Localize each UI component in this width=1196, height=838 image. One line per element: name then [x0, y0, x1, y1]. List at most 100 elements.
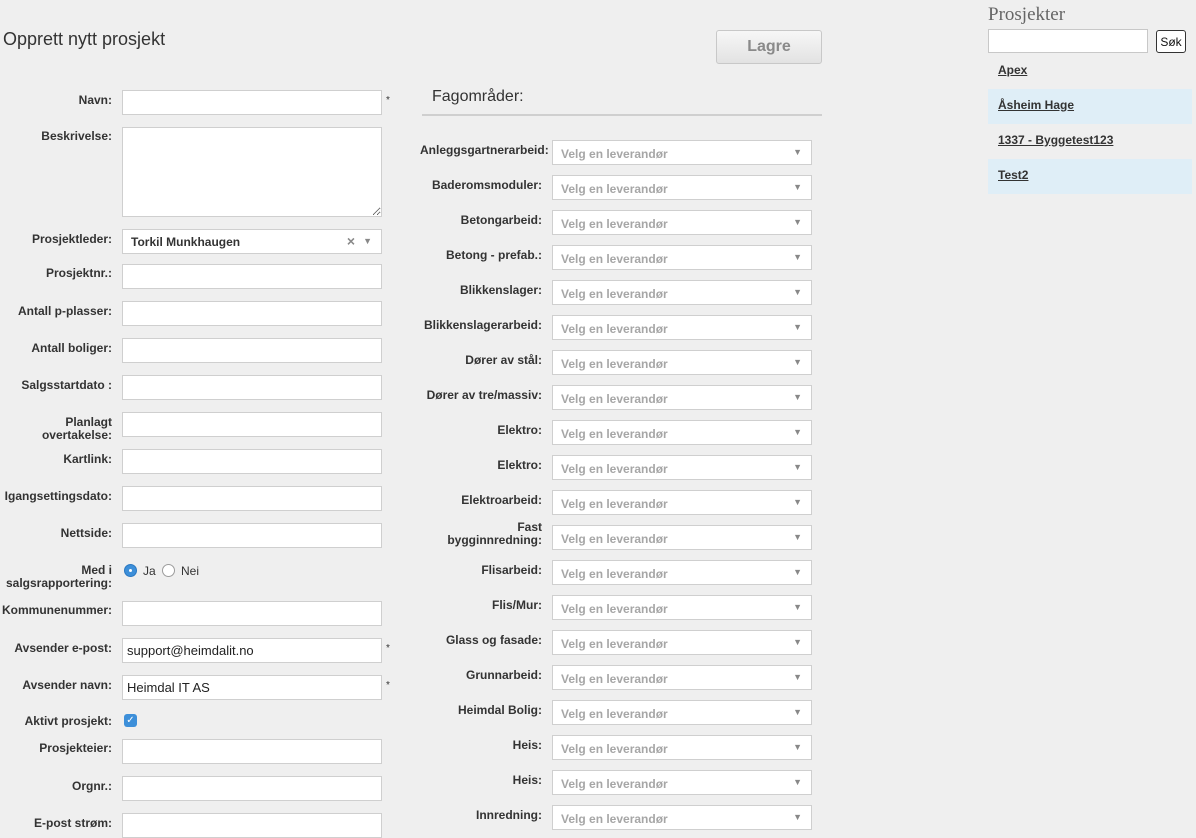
fagomrade-supplier-select[interactable]: Velg en leverandør ▼ — [552, 140, 812, 165]
kartlink-label: Kartlink: — [63, 452, 112, 466]
navn-input[interactable] — [122, 90, 382, 115]
fagomrade-label: Glass og fasade: — [445, 633, 542, 647]
chevron-down-icon: ▼ — [793, 497, 802, 507]
fagomrade-supplier-select[interactable]: Velg en leverandør ▼ — [552, 350, 812, 375]
antall-boliger-input[interactable] — [122, 338, 382, 363]
fagomrade-supplier-select[interactable]: Velg en leverandør ▼ — [552, 315, 812, 340]
fagomrade-supplier-placeholder: Velg en leverandør — [561, 287, 668, 301]
fagomrade-supplier-select[interactable]: Velg en leverandør ▼ — [552, 560, 812, 585]
nettside-input[interactable] — [122, 523, 382, 548]
planlagt-overtakelse-input[interactable] — [122, 412, 382, 437]
fagomrade-label: Blikkenslager: — [459, 283, 542, 297]
fagomrade-supplier-select[interactable]: Velg en leverandør ▼ — [552, 735, 812, 760]
fagomrade-label: Fast bygginnredning: — [420, 521, 542, 547]
avsender-epost-input[interactable] — [122, 638, 382, 663]
fagomrade-supplier-placeholder: Velg en leverandør — [561, 602, 668, 616]
prosjektleder-select[interactable]: Torkil Munkhaugen × ▼ — [122, 229, 382, 254]
aktivt-prosjekt-label: Aktivt prosjekt: — [24, 714, 112, 728]
epost-strom-input[interactable] — [122, 813, 382, 838]
chevron-down-icon: ▼ — [793, 392, 802, 402]
salgsrapportering-label: Med i salgsrapportering: — [0, 564, 112, 590]
sidebar-search-button[interactable]: Søk — [1156, 30, 1186, 53]
project-link[interactable]: Test2 — [988, 159, 1192, 194]
aktivt-prosjekt-checkbox[interactable]: ✓ — [124, 714, 137, 727]
fagomrade-supplier-placeholder: Velg en leverandør — [561, 322, 668, 336]
fagomrade-supplier-select[interactable]: Velg en leverandør ▼ — [552, 385, 812, 410]
orgnr-input[interactable] — [122, 776, 382, 801]
clear-icon[interactable]: × — [347, 233, 355, 249]
fagomrade-supplier-select[interactable]: Velg en leverandør ▼ — [552, 525, 812, 550]
fagomrade-supplier-select[interactable]: Velg en leverandør ▼ — [552, 700, 812, 725]
fagomrade-label: Innredning: — [476, 808, 542, 822]
orgnr-label: Orgnr.: — [71, 779, 112, 793]
fagomrade-supplier-placeholder: Velg en leverandør — [561, 742, 668, 756]
salgsrapportering-nei-radio[interactable] — [162, 564, 175, 577]
chevron-down-icon: ▼ — [793, 707, 802, 717]
salgsrapportering-label-line2: salgsrapportering: — [5, 576, 112, 590]
salgsrapportering-label-line1: Med i — [81, 563, 112, 577]
avsender-epost-label: Avsender e-post: — [14, 641, 112, 655]
fagomrade-supplier-select[interactable]: Velg en leverandør ▼ — [552, 210, 812, 235]
fagomrade-supplier-select[interactable]: Velg en leverandør ▼ — [552, 420, 812, 445]
chevron-down-icon: ▼ — [793, 217, 802, 227]
fagomrade-supplier-placeholder: Velg en leverandør — [561, 252, 668, 266]
fagomrade-label: Dører av tre/massiv: — [426, 388, 542, 402]
fagomrade-supplier-placeholder: Velg en leverandør — [561, 497, 668, 511]
navn-required-marker: * — [386, 95, 390, 106]
page-title: Opprett nytt prosjekt — [3, 29, 166, 49]
planlagt-overtakelse-label: Planlagt overtakelse: — [0, 416, 112, 442]
igangsettingsdato-input[interactable] — [122, 486, 382, 511]
prosjekteier-input[interactable] — [122, 739, 382, 764]
nettside-label: Nettside: — [60, 526, 112, 540]
chevron-down-icon: ▼ — [793, 322, 802, 332]
salgsrapportering-nei-label: Nei — [181, 564, 200, 578]
salgsrapportering-ja-radio[interactable] — [124, 564, 137, 577]
fagomrade-supplier-select[interactable]: Velg en leverandør ▼ — [552, 665, 812, 690]
fagomrade-supplier-select[interactable]: Velg en leverandør ▼ — [552, 490, 812, 515]
avsender-navn-label: Avsender navn: — [22, 678, 112, 692]
fagomrade-label: Heimdal Bolig: — [457, 703, 542, 717]
fagomrade-label: Flis/Mur: — [492, 598, 542, 612]
save-button[interactable]: Lagre — [716, 30, 822, 64]
chevron-down-icon: ▼ — [793, 427, 802, 437]
fagomrade-supplier-select[interactable]: Velg en leverandør ▼ — [552, 280, 812, 305]
project-link[interactable]: Apex — [988, 54, 1192, 89]
sidebar-search-input[interactable] — [988, 29, 1148, 53]
planlagt-overtakelse-label-line2: overtakelse: — [41, 428, 112, 442]
chevron-down-icon: ▼ — [793, 462, 802, 472]
fagomrade-label: Elektro: — [497, 423, 542, 437]
chevron-down-icon: ▼ — [793, 147, 802, 157]
chevron-down-icon: ▼ — [793, 742, 802, 752]
fagomrade-label: Elektro: — [497, 458, 542, 472]
fagomrade-supplier-select[interactable]: Velg en leverandør ▼ — [552, 245, 812, 270]
chevron-down-icon: ▼ — [793, 182, 802, 192]
project-link[interactable]: Åsheim Hage — [988, 89, 1192, 124]
avsender-navn-required-marker: * — [386, 680, 390, 691]
fagomrade-supplier-placeholder: Velg en leverandør — [561, 182, 668, 196]
project-link[interactable]: 1337 - Byggetest123 — [988, 124, 1192, 159]
beskrivelse-textarea[interactable] — [122, 127, 382, 217]
fagomrade-label: Anleggsgartnerarbeid: — [420, 143, 549, 157]
fagomrade-supplier-select[interactable]: Velg en leverandør ▼ — [552, 455, 812, 480]
antall-pplasser-input[interactable] — [122, 301, 382, 326]
fagomrade-supplier-select[interactable]: Velg en leverandør ▼ — [552, 805, 812, 830]
fagomrade-supplier-placeholder: Velg en leverandør — [561, 707, 668, 721]
fagomrade-supplier-select[interactable]: Velg en leverandør ▼ — [552, 595, 812, 620]
chevron-down-icon: ▼ — [793, 252, 802, 262]
salgsstartdato-input[interactable] — [122, 375, 382, 400]
fagomrade-supplier-select[interactable]: Velg en leverandør ▼ — [552, 630, 812, 655]
chevron-down-icon: ▼ — [793, 812, 802, 822]
fagomrade-label: Betongarbeid: — [460, 213, 542, 227]
chevron-down-icon: ▼ — [793, 777, 802, 787]
kommunenummer-input[interactable] — [122, 601, 382, 626]
avsender-epost-required-marker: * — [386, 643, 390, 654]
prosjektnr-input[interactable] — [122, 264, 382, 289]
chevron-down-icon: ▼ — [793, 637, 802, 647]
fagomrade-supplier-select[interactable]: Velg en leverandør ▼ — [552, 175, 812, 200]
kartlink-input[interactable] — [122, 449, 382, 474]
fagomrade-supplier-placeholder: Velg en leverandør — [561, 812, 668, 826]
avsender-navn-input[interactable] — [122, 675, 382, 700]
fagomrade-supplier-placeholder: Velg en leverandør — [561, 637, 668, 651]
fagomrade-supplier-select[interactable]: Velg en leverandør ▼ — [552, 770, 812, 795]
beskrivelse-label: Beskrivelse: — [41, 129, 112, 143]
